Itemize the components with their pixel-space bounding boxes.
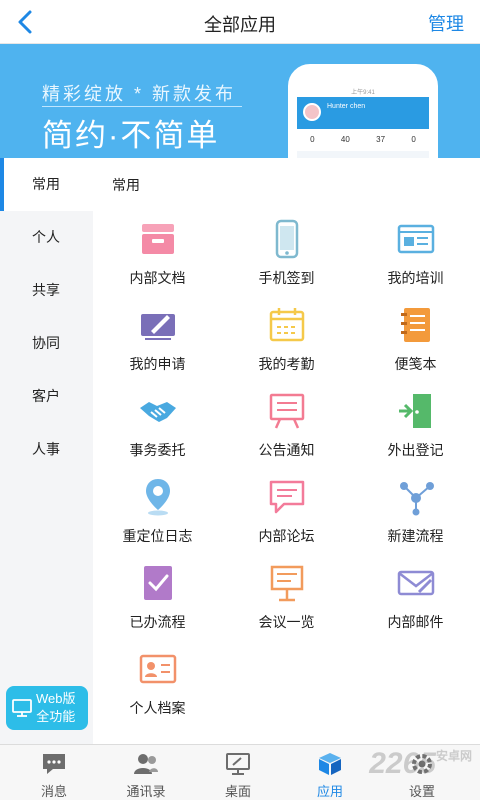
app-mobile-checkin[interactable]: 手机签到 xyxy=(222,210,351,296)
id-card-icon xyxy=(139,654,177,684)
tab-messages[interactable]: 消息 xyxy=(6,745,102,800)
app-label: 已办流程 xyxy=(129,614,186,630)
archive-box-icon xyxy=(142,224,174,254)
tab-label: 桌面 xyxy=(224,784,251,799)
app-announcements[interactable]: 公告通知 xyxy=(222,382,351,468)
completed-doc-icon xyxy=(144,566,172,600)
sidebar-item-personal[interactable]: 个人 xyxy=(0,211,93,264)
banner-divider xyxy=(42,106,242,107)
handshake-icon xyxy=(140,402,176,422)
app-my-attendance[interactable]: 我的考勤 xyxy=(222,296,351,382)
app-task-delegation[interactable]: 事务委托 xyxy=(93,382,222,468)
tab-label: 应用 xyxy=(316,784,343,799)
banner-slogan: 简约·不简单 xyxy=(42,118,220,153)
phone-status-bar: 上午9:41 xyxy=(297,87,429,97)
app-my-training[interactable]: 我的培训 xyxy=(351,210,480,296)
app-label: 会议一览 xyxy=(258,614,315,630)
app-new-workflow[interactable]: 新建流程 xyxy=(351,468,480,554)
tab-label: 设置 xyxy=(408,784,435,799)
pen-application-icon xyxy=(141,314,175,340)
phone-stat: 37 xyxy=(376,135,386,144)
app-internal-docs[interactable]: 内部文档 xyxy=(93,210,222,296)
promo-banner[interactable]: 精彩绽放 * 新款发布 简约·不简单 上午9:41 Hunter chen 0 … xyxy=(0,44,480,158)
app-internal-forum[interactable]: 内部论坛 xyxy=(222,468,351,554)
app-label: 内部论坛 xyxy=(258,528,315,544)
location-pin-icon xyxy=(146,479,170,516)
tab-apps[interactable]: 应用 xyxy=(282,745,378,800)
app-my-application[interactable]: 我的申请 xyxy=(93,296,222,382)
app-label: 公告通知 xyxy=(258,442,315,458)
sidebar-item-collaboration[interactable]: 协同 xyxy=(0,317,93,370)
phone-stats: 0 40 37 0 xyxy=(297,129,429,151)
mail-icon xyxy=(397,570,435,596)
app-meeting-overview[interactable]: 会议一览 xyxy=(222,554,351,640)
manage-button[interactable]: 管理 xyxy=(428,10,464,36)
site-watermark: 2265安卓网 xyxy=(369,747,472,781)
contacts-icon xyxy=(134,754,158,774)
apps-cube-icon xyxy=(319,753,341,775)
category-sidebar: 常用 个人 共享 协同 客户 人事 xyxy=(0,158,93,744)
sidebar-item-shared[interactable]: 共享 xyxy=(0,264,93,317)
web-version-line1: Web版 xyxy=(36,691,76,706)
app-completed-workflow[interactable]: 已办流程 xyxy=(93,554,222,640)
avatar xyxy=(303,103,321,121)
top-bar: 全部应用 管理 xyxy=(0,0,480,44)
app-label: 手机签到 xyxy=(258,270,315,286)
workflow-nodes-icon xyxy=(400,482,434,516)
app-label: 我的培训 xyxy=(387,270,444,286)
message-icon xyxy=(43,754,65,774)
app-label: 内部文档 xyxy=(129,270,186,286)
phone-screen: 上午9:41 Hunter chen 0 40 37 0 xyxy=(297,87,429,158)
app-label: 外出登记 xyxy=(387,442,444,458)
app-personal-file[interactable]: 个人档案 xyxy=(93,640,222,726)
tab-desktop[interactable]: 桌面 xyxy=(190,745,286,800)
section-title: 常用 xyxy=(112,177,140,193)
desktop-icon xyxy=(226,753,250,775)
chat-bubble-icon xyxy=(269,480,305,514)
phone-mockup: 上午9:41 Hunter chen 0 40 37 0 xyxy=(288,64,438,158)
web-version-label: Web版 全功能 xyxy=(36,690,76,726)
app-relocation-log[interactable]: 重定位日志 xyxy=(93,468,222,554)
app-label: 个人档案 xyxy=(129,700,186,716)
sidebar-item-common[interactable]: 常用 xyxy=(0,158,93,211)
watermark-sub: 安卓网 xyxy=(435,749,472,763)
app-internal-mail[interactable]: 内部邮件 xyxy=(351,554,480,640)
phone-profile: Hunter chen xyxy=(297,97,429,129)
notebook-icon xyxy=(401,308,430,342)
phone-stat: 0 xyxy=(310,135,315,144)
web-version-button[interactable]: Web版 全功能 xyxy=(6,686,88,730)
phone-user-name: Hunter chen xyxy=(327,103,366,110)
watermark-text: 2265 xyxy=(369,747,436,780)
phone-stat: 40 xyxy=(340,135,350,144)
meeting-board-icon xyxy=(270,565,304,602)
training-screen-icon xyxy=(397,224,435,254)
app-label: 事务委托 xyxy=(129,442,186,458)
sidebar-item-hr[interactable]: 人事 xyxy=(0,423,93,476)
app-label: 内部邮件 xyxy=(387,614,444,630)
banner-headline: 精彩绽放 * 新款发布 xyxy=(42,84,237,104)
app-label: 新建流程 xyxy=(387,528,444,544)
monitor-icon xyxy=(12,699,32,717)
app-label: 我的考勤 xyxy=(258,356,315,372)
app-outing-register[interactable]: 外出登记 xyxy=(351,382,480,468)
tab-label: 消息 xyxy=(40,784,67,799)
app-label: 便笺本 xyxy=(394,356,437,372)
sidebar-item-customer[interactable]: 客户 xyxy=(0,370,93,423)
app-label: 重定位日志 xyxy=(122,528,193,544)
page-title: 全部应用 xyxy=(204,15,276,35)
tab-contacts[interactable]: 通讯录 xyxy=(98,745,194,800)
mobile-phone-icon xyxy=(275,219,299,259)
app-notepad[interactable]: 便笺本 xyxy=(351,296,480,382)
announcement-board-icon xyxy=(269,393,305,429)
app-label: 我的申请 xyxy=(129,356,186,372)
phone-stat: 0 xyxy=(411,135,416,144)
exit-door-icon xyxy=(399,394,431,428)
tab-label: 通讯录 xyxy=(126,784,166,799)
calendar-icon xyxy=(269,308,305,342)
web-version-line2: 全功能 xyxy=(36,709,76,724)
